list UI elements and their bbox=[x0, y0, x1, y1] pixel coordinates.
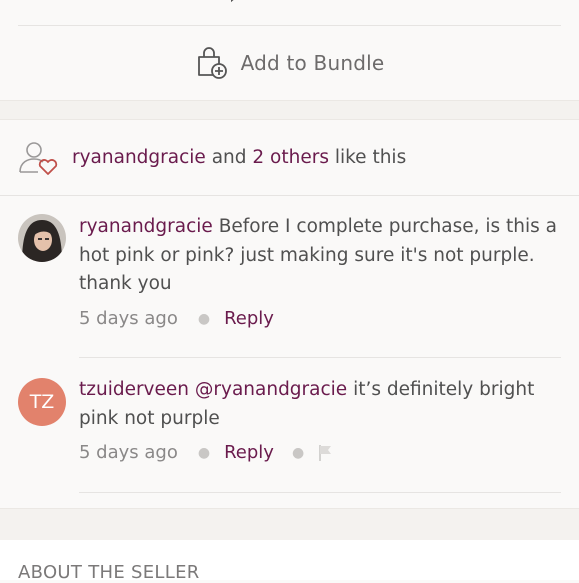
mention-link[interactable]: @ryanandgracie bbox=[195, 379, 347, 400]
divider bbox=[79, 357, 561, 358]
comment-body: ryanandgracie Before I complete purchase… bbox=[79, 213, 557, 299]
others-link[interactable]: 2 others bbox=[252, 147, 329, 168]
likes-row: ryanandgracie and 2 others like this bbox=[0, 120, 579, 196]
divider bbox=[79, 492, 561, 493]
timestamp: 5 days ago bbox=[79, 308, 178, 329]
comment-author[interactable]: ryanandgracie bbox=[79, 216, 213, 237]
section-gap bbox=[0, 100, 579, 120]
action-bar bbox=[0, 0, 579, 26]
heart-icon[interactable] bbox=[44, 0, 68, 4]
bag-plus-icon bbox=[197, 47, 227, 79]
add-to-bundle-label: Add to Bundle bbox=[240, 51, 385, 75]
flag-icon[interactable] bbox=[318, 444, 334, 462]
avatar[interactable]: TZ bbox=[18, 378, 66, 426]
user-heart-icon bbox=[19, 141, 58, 175]
avatar[interactable] bbox=[18, 214, 66, 262]
timestamp: 5 days ago bbox=[79, 442, 178, 463]
likes-text: ryanandgracie and 2 others like this bbox=[72, 147, 406, 168]
separator-dot: ● bbox=[197, 444, 211, 461]
likes-connector: and bbox=[205, 147, 253, 168]
comment-author[interactable]: tzuiderveen bbox=[79, 379, 189, 400]
likes-suffix: like this bbox=[328, 147, 407, 168]
add-to-bundle-button[interactable]: Add to Bundle bbox=[0, 26, 579, 100]
separator-dot: ● bbox=[291, 444, 305, 461]
reply-button[interactable]: Reply bbox=[224, 308, 274, 329]
liker-link[interactable]: ryanandgracie bbox=[72, 147, 206, 168]
reply-button[interactable]: Reply bbox=[224, 442, 274, 463]
section-gap bbox=[0, 508, 579, 540]
separator-dot: ● bbox=[197, 310, 211, 327]
comment-body: tzuiderveen @ryanandgracie it’s definite… bbox=[79, 376, 557, 433]
share-icon[interactable] bbox=[446, 0, 470, 4]
comment-icon[interactable] bbox=[224, 0, 248, 4]
comment-meta: 5 days ago ● Reply ● bbox=[79, 442, 334, 463]
comment-meta: 5 days ago ● Reply bbox=[79, 308, 274, 329]
user-photo bbox=[18, 214, 66, 262]
about-seller-section: ABOUT THE SELLER bbox=[0, 540, 579, 583]
